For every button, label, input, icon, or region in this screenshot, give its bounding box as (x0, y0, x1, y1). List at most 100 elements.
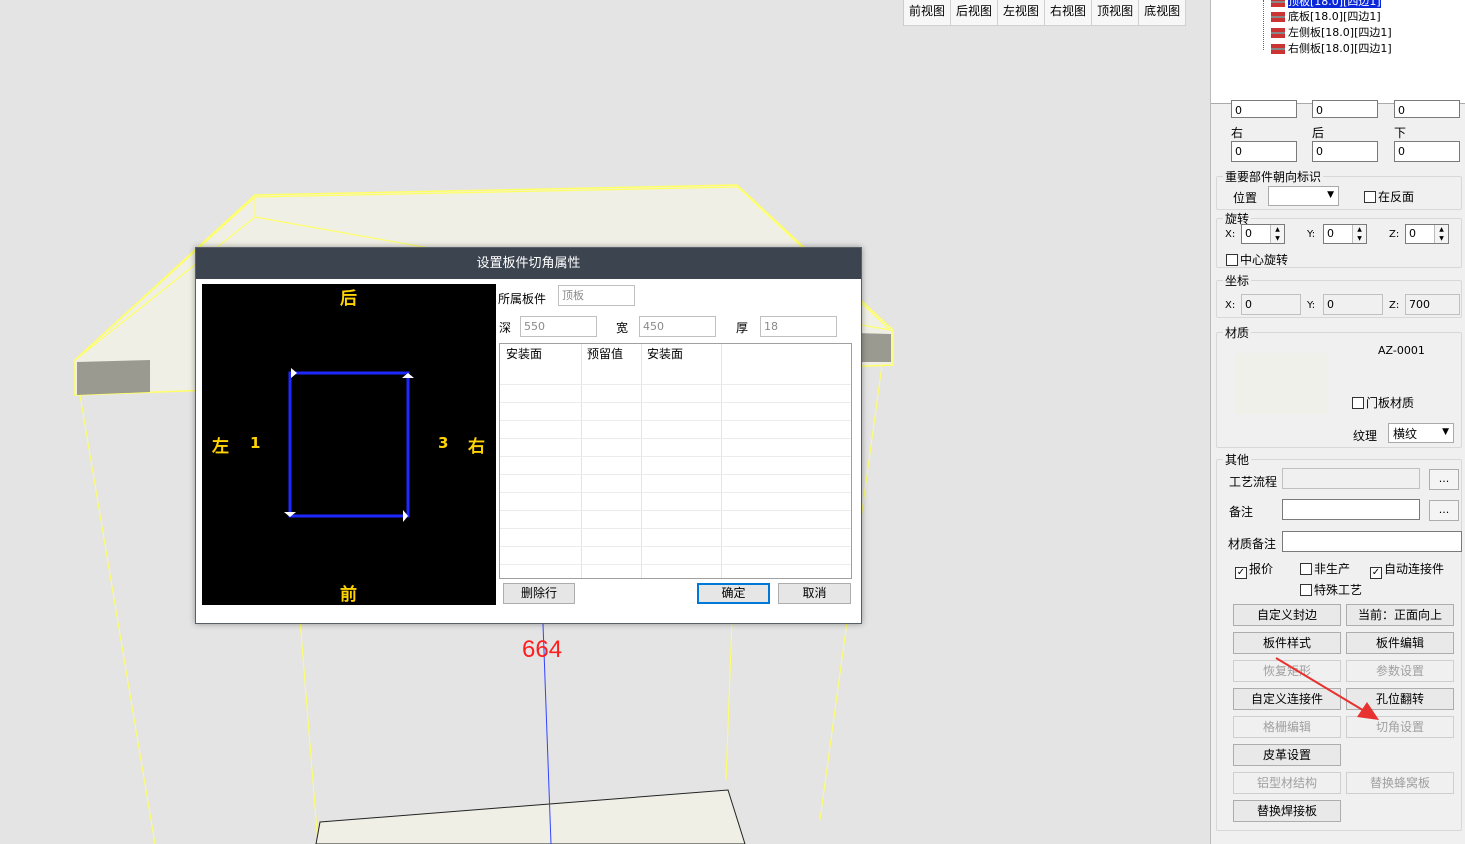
tree-item-right-panel[interactable]: 右侧板[18.0][四边1] (1271, 41, 1392, 56)
panel-label: 所属板件 (498, 292, 547, 306)
bottom-view-button[interactable]: 底视图 (1139, 0, 1187, 26)
rotation-x-label: X: (1225, 229, 1236, 240)
aluminum-struct-button[interactable]: 铝型材结构 (1233, 772, 1341, 794)
panel-icon (1271, 28, 1285, 38)
material-swatch[interactable] (1235, 353, 1328, 414)
back-view-button[interactable]: 后视图 (951, 0, 999, 26)
depth-label: 深 (499, 321, 512, 335)
other-title: 其他 (1223, 451, 1252, 468)
delete-row-button[interactable]: 删除行 (503, 583, 575, 604)
spinner-arrows-icon[interactable]: ▲ ▼ (1270, 225, 1284, 243)
quote-checkbox[interactable]: ✓ 报价 (1235, 560, 1273, 579)
tree-connector (1263, 0, 1264, 50)
table-header[interactable]: 安装面 (500, 344, 542, 365)
preview-left-label: 左 (212, 437, 229, 457)
offset-left-input[interactable]: 0 (1231, 100, 1297, 118)
thickness-input[interactable]: 18 (760, 316, 837, 337)
table-header[interactable]: 安装面 (641, 344, 683, 365)
rotation-z-spinner[interactable]: 0 ▲ ▼ (1405, 224, 1449, 244)
remark-label: 备注 (1229, 505, 1254, 519)
dimension-label: 664 (522, 636, 563, 663)
preview-front-label: 前 (340, 585, 357, 605)
custom-edge-button[interactable]: 自定义封边 (1233, 604, 1341, 626)
material-remark-input[interactable] (1282, 531, 1462, 552)
preview-back-label: 后 (340, 289, 357, 309)
position-select[interactable]: ▼ (1268, 186, 1339, 206)
checkbox-box (1300, 584, 1312, 596)
panel-input[interactable]: 顶板 (558, 285, 635, 306)
chamfer-dialog: 设置板件切角属性 后 前 左 右 1 3 所属板件 顶板 深 550 宽 450… (195, 247, 862, 624)
front-view-button[interactable]: 前视图 (904, 0, 952, 26)
panel-icon (1271, 12, 1285, 22)
chamfer-table[interactable]: 安装面 预留值 安装面 (499, 343, 852, 579)
depth-input[interactable]: 550 (520, 316, 597, 337)
offset-right-label: 右 (1231, 126, 1244, 140)
properties-panel: 顶板[18.0][四边1] 底板[18.0][四边1] 左侧板[18.0][四边… (1210, 0, 1465, 844)
ok-button[interactable]: 确定 (697, 583, 770, 604)
coord-z-input[interactable]: 700 (1405, 294, 1460, 315)
width-input[interactable]: 450 (639, 316, 716, 337)
offset-back-input[interactable]: 0 (1312, 141, 1378, 162)
coord-y-input[interactable]: 0 (1323, 294, 1383, 315)
chevron-down-icon: ▼ (1442, 427, 1449, 437)
tree-item-left-panel[interactable]: 左侧板[18.0][四边1] (1271, 25, 1392, 40)
chamfer-preview[interactable]: 后 前 左 右 1 3 (202, 284, 496, 605)
spinner-arrows-icon[interactable]: ▲ ▼ (1352, 225, 1366, 243)
current-face-button[interactable]: 当前：正面向上 (1346, 604, 1454, 626)
checkbox-box (1364, 191, 1376, 203)
remark-browse-button[interactable]: ... (1429, 500, 1459, 521)
door-material-checkbox[interactable]: 门板材质 (1352, 394, 1414, 411)
rotation-z-label: Z: (1389, 229, 1400, 240)
checkbox-box (1226, 254, 1238, 266)
checkbox-box (1300, 563, 1312, 575)
process-browse-button[interactable]: ... (1429, 469, 1459, 490)
position-label: 位置 (1233, 191, 1258, 205)
leather-settings-button[interactable]: 皮革设置 (1233, 744, 1341, 766)
left-view-button[interactable]: 左视图 (998, 0, 1046, 26)
rotation-x-spinner[interactable]: 0 ▲ ▼ (1241, 224, 1285, 244)
preview-edge-3-label: 3 (438, 434, 449, 452)
tree-item-top-panel[interactable]: 顶板[18.0][四边1] (1271, 0, 1381, 9)
special-process-checkbox[interactable]: 特殊工艺 (1300, 581, 1362, 598)
top-view-button[interactable]: 顶视图 (1092, 0, 1140, 26)
tree-item-bottom-panel[interactable]: 底板[18.0][四边1] (1271, 9, 1381, 24)
auto-connector-checkbox[interactable]: ✓ 自动连接件 (1370, 560, 1444, 579)
annotation-arrow-icon (1275, 657, 1379, 720)
center-rotation-checkbox[interactable]: 中心旋转 (1226, 251, 1288, 268)
coord-x-label: X: (1225, 300, 1236, 311)
process-input[interactable] (1282, 468, 1420, 489)
thickness-label: 厚 (736, 321, 749, 335)
coord-z-label: Z: (1389, 300, 1400, 311)
material-title: 材质 (1223, 324, 1252, 341)
cancel-button[interactable]: 取消 (778, 583, 851, 604)
offset-front-input[interactable]: 0 (1312, 100, 1378, 118)
replace-weld-button[interactable]: 替换焊接板 (1233, 800, 1341, 822)
chevron-down-icon: ▼ (1327, 190, 1334, 200)
rotation-y-label: Y: (1307, 229, 1316, 240)
rotation-y-spinner[interactable]: 0 ▲ ▼ (1323, 224, 1367, 244)
non-production-checkbox[interactable]: 非生产 (1300, 560, 1350, 577)
offset-down-label: 下 (1394, 126, 1407, 140)
preview-drawing (284, 368, 414, 522)
texture-select[interactable]: 横纹 ▼ (1388, 423, 1454, 443)
remark-input[interactable] (1282, 499, 1420, 520)
replace-honeycomb-button[interactable]: 替换蜂窝板 (1346, 772, 1454, 794)
offset-up-input[interactable]: 0 (1394, 100, 1460, 118)
process-label: 工艺流程 (1229, 475, 1278, 489)
table-header[interactable]: 预留值 (581, 344, 623, 365)
coord-x-input[interactable]: 0 (1241, 294, 1301, 315)
offset-right-input[interactable]: 0 (1231, 141, 1297, 162)
right-view-button[interactable]: 右视图 (1045, 0, 1093, 26)
offset-back-label: 后 (1312, 126, 1325, 140)
spinner-arrows-icon[interactable]: ▲ ▼ (1434, 225, 1448, 243)
orientation-title: 重要部件朝向标识 (1223, 168, 1324, 185)
offset-down-input[interactable]: 0 (1394, 141, 1460, 162)
texture-label: 纹理 (1353, 429, 1378, 443)
dialog-title[interactable]: 设置板件切角属性 (196, 248, 861, 279)
part-tree: 顶板[18.0][四边1] 底板[18.0][四边1] 左侧板[18.0][四边… (1211, 0, 1465, 104)
view-toolbar: 前视图 后视图 左视图 右视图 顶视图 底视图 (903, 0, 1187, 26)
checkbox-box: ✓ (1370, 567, 1382, 579)
bottom-panel-shape[interactable] (315, 789, 746, 844)
reverse-checkbox[interactable]: 在反面 (1364, 188, 1414, 205)
material-remark-label: 材质备注 (1228, 537, 1277, 551)
